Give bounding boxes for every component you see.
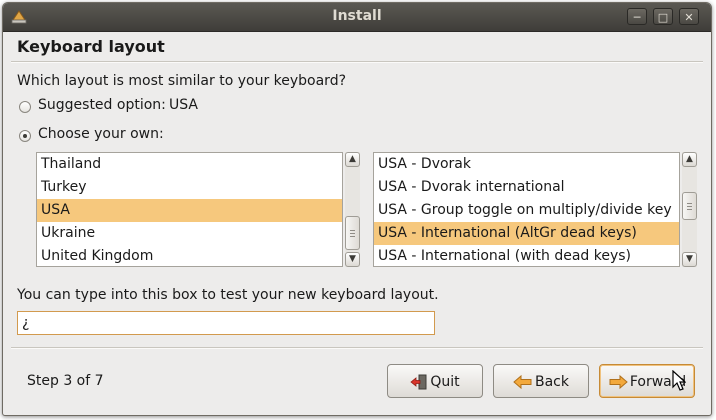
list-item[interactable]: USA - Group toggle on multiply/divide ke… <box>374 199 679 222</box>
close-icon: ✕ <box>684 11 694 24</box>
scrollbar-thumb[interactable] <box>682 192 697 220</box>
back-button[interactable]: Back <box>493 364 589 398</box>
list-item[interactable]: Ukraine <box>37 222 342 245</box>
scroll-down-button[interactable]: ▼ <box>345 252 360 267</box>
window-title: Install <box>332 8 382 24</box>
suggested-option-value: USA <box>169 97 198 113</box>
page-title: Keyboard layout <box>17 37 165 56</box>
list-item[interactable]: USA - Dvorak international <box>374 176 679 199</box>
list-item[interactable]: Turkey <box>37 176 342 199</box>
layout-question: Which layout is most similar to your key… <box>17 73 347 89</box>
maximize-icon: □ <box>657 11 669 24</box>
close-button[interactable]: ✕ <box>679 8 699 25</box>
scroll-down-button[interactable]: ▼ <box>682 252 697 267</box>
test-box-label: You can type into this box to test your … <box>17 287 439 303</box>
scroll-up-button[interactable]: ▲ <box>345 152 360 167</box>
choose-own-radio[interactable] <box>19 130 31 142</box>
list-item-selected[interactable]: USA - International (AltGr dead keys) <box>374 222 679 245</box>
minimize-button[interactable]: ─ <box>627 8 647 25</box>
minimize-icon: ─ <box>633 11 641 24</box>
quit-icon <box>410 374 427 390</box>
choose-own-label[interactable]: Choose your own: <box>38 126 164 142</box>
title-bar[interactable]: Install ─ □ ✕ <box>3 3 711 32</box>
list-item[interactable]: USA - Dvorak <box>374 153 679 176</box>
forward-button[interactable]: Forward <box>599 364 695 398</box>
layout-list[interactable]: Thailand Turkey USA Ukraine United Kingd… <box>36 152 343 267</box>
chevron-down-icon: ▼ <box>349 254 356 264</box>
variant-list[interactable]: USA - Dvorak USA - Dvorak international … <box>373 152 680 267</box>
quit-button-label: Quit <box>430 374 460 390</box>
back-button-label: Back <box>535 374 569 390</box>
scrollbar-thumb[interactable] <box>345 216 360 250</box>
list-item[interactable]: Thailand <box>37 153 342 176</box>
layout-list-scrollbar[interactable]: ▲ ▼ <box>345 152 360 267</box>
suggested-option-label[interactable]: Suggested option: <box>38 97 166 113</box>
chevron-up-icon: ▲ <box>686 154 693 164</box>
keyboard-test-input[interactable] <box>17 311 435 335</box>
forward-button-label: Forward <box>629 374 687 390</box>
arrow-right-icon <box>609 374 628 390</box>
suggested-option-radio[interactable] <box>19 101 31 113</box>
list-item[interactable]: USA - International (with dead keys) <box>374 245 679 266</box>
chevron-up-icon: ▲ <box>349 154 356 164</box>
quit-button[interactable]: Quit <box>387 364 483 398</box>
arrow-left-icon <box>513 374 532 390</box>
footer-divider <box>11 347 703 349</box>
header-divider <box>11 61 703 63</box>
scroll-up-button[interactable]: ▲ <box>682 152 697 167</box>
variant-list-scrollbar[interactable]: ▲ ▼ <box>682 152 697 267</box>
list-item-selected[interactable]: USA <box>37 199 342 222</box>
chevron-down-icon: ▼ <box>686 254 693 264</box>
maximize-button[interactable]: □ <box>653 8 673 25</box>
list-item[interactable]: United Kingdom <box>37 245 342 266</box>
step-indicator: Step 3 of 7 <box>27 373 104 389</box>
installer-window: Install ─ □ ✕ Keyboard layout Which layo… <box>2 2 712 416</box>
